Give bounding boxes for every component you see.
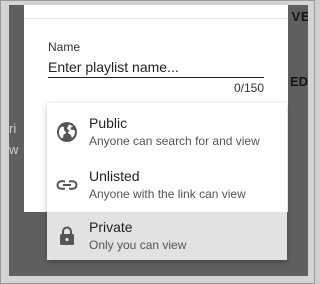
visibility-option-title: Unlisted bbox=[89, 168, 140, 184]
visibility-option-private[interactable]: Private Only you can view bbox=[47, 212, 287, 260]
lock-icon bbox=[60, 226, 74, 245]
character-counter: 0/150 bbox=[233, 81, 264, 95]
background-header-fragment: VE bbox=[291, 9, 308, 24]
visibility-option-description: Only you can view bbox=[89, 238, 187, 252]
visibility-option-description: Anyone can search for and view bbox=[89, 134, 260, 148]
dialog-divider bbox=[24, 18, 288, 19]
screenshot-frame: VE ED ri w Name 0/150 Public Anyone can … bbox=[0, 0, 315, 284]
visibility-menu: Public Anyone can search for and view Un… bbox=[47, 103, 287, 260]
visibility-option-unlisted[interactable]: Unlisted Anyone with the link can view bbox=[47, 161, 287, 209]
visibility-option-title: Public bbox=[89, 115, 128, 131]
name-field-label: Name bbox=[48, 40, 81, 54]
playlist-name-input[interactable] bbox=[48, 57, 264, 78]
visibility-option-public[interactable]: Public Anyone can search for and view bbox=[47, 108, 287, 156]
globe-icon bbox=[57, 122, 77, 142]
link-icon bbox=[56, 180, 78, 190]
visibility-option-description: Anyone with the link can view bbox=[89, 187, 246, 201]
background-tab-fragment: ED bbox=[289, 74, 308, 89]
background-text-fragment: w bbox=[9, 142, 19, 157]
visibility-option-title: Private bbox=[89, 219, 133, 235]
background-text-fragment: ri bbox=[9, 121, 17, 136]
page-backdrop: VE ED ri w Name 0/150 Public Anyone can … bbox=[9, 5, 308, 276]
